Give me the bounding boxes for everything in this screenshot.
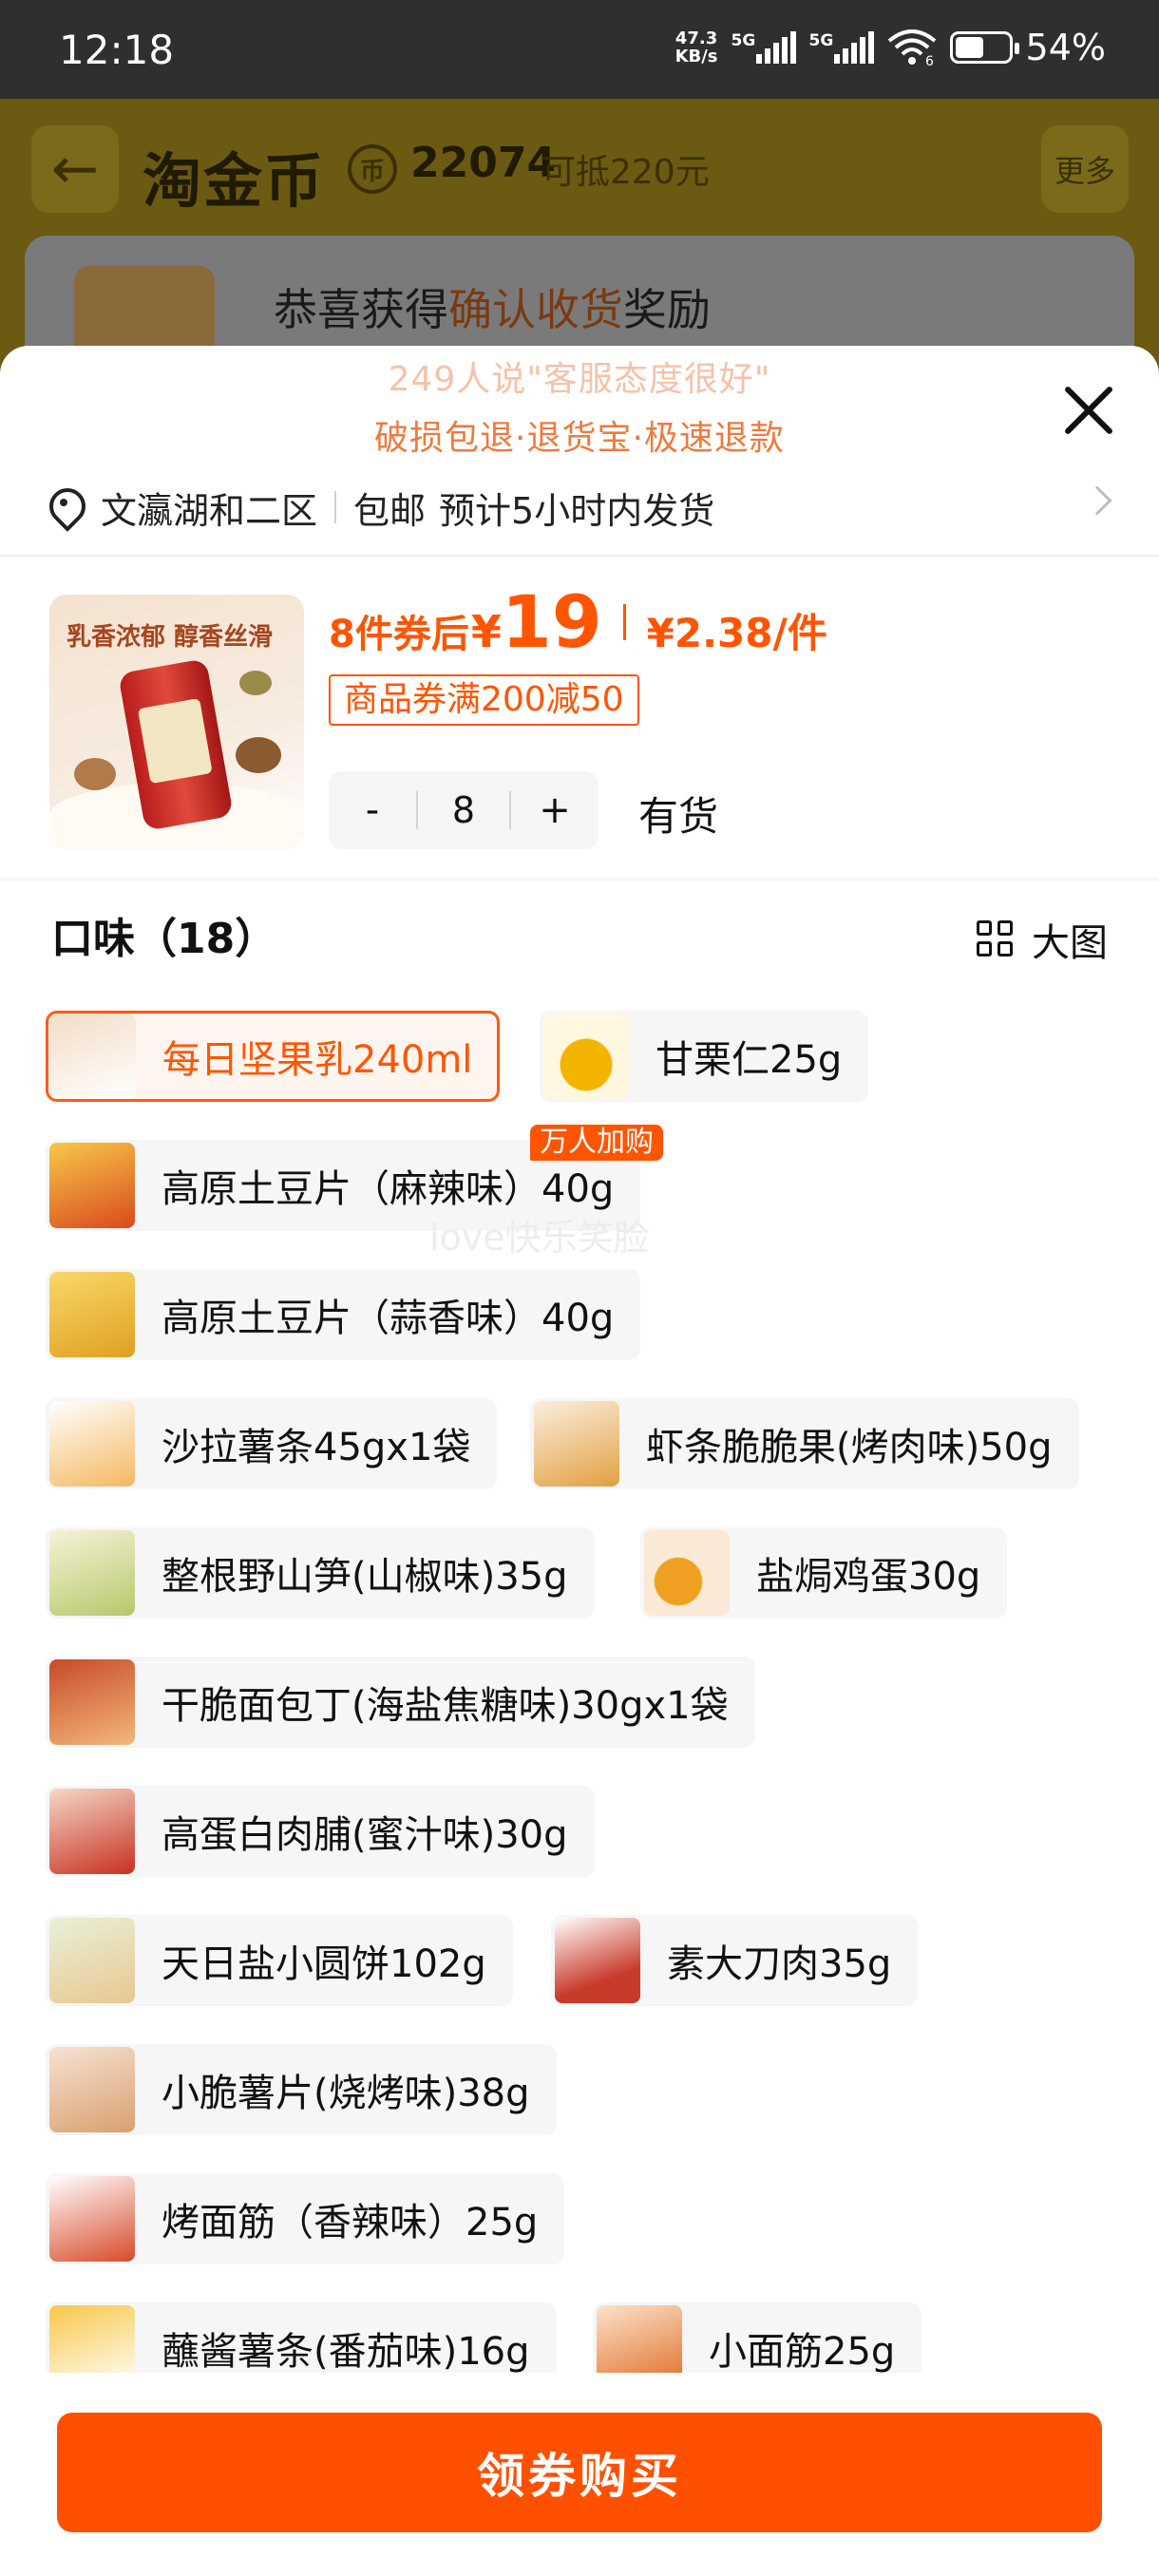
flavor-option-3[interactable]: 高原土豆片（蒜香味）40g	[46, 1269, 641, 1360]
battery-percent: 54%	[1025, 27, 1106, 68]
svg-text:6: 6	[925, 54, 934, 66]
flavor-label: 干脆面包丁(海盐焦糖味)30gx1袋	[162, 1684, 729, 1728]
flavor-label: 沙拉薯条45gx1袋	[162, 1426, 471, 1469]
flavor-label: 天日盐小圆饼102g	[162, 1942, 486, 1986]
flavor-thumbnail	[49, 1272, 135, 1357]
status-icons: 47.3 KB/s 5G 5G 6 54%	[675, 27, 1106, 68]
sku-sheet: 249人说"客服态度很好" 破损包退·退货宝·极速退款 文瀛湖和二区 包邮 预计…	[0, 346, 1159, 2576]
flavor-option-12[interactable]: 小脆薯片(烧烤味)38g	[46, 2044, 557, 2135]
flavor-label: 烤面筋（香辣味）25g	[162, 2201, 539, 2245]
flavor-thumbnail	[49, 2047, 135, 2132]
battery-icon	[949, 31, 1019, 64]
flavor-option-11[interactable]: 素大刀肉35g	[551, 1915, 919, 2006]
flavor-label: 小面筋25g	[709, 2330, 896, 2374]
taojinbi-title: 淘金币	[142, 146, 326, 216]
coin-deductible: 可抵220元	[542, 153, 710, 192]
flavor-option-8[interactable]: 干脆面包丁(海盐焦糖味)30gx1袋	[46, 1657, 755, 1748]
flavor-label: 整根野山笋(山椒味)35g	[162, 1555, 568, 1599]
coin-count: 22074	[410, 139, 557, 187]
flavor-label: 高原土豆片（麻辣味）40g	[162, 1167, 615, 1211]
flavor-option-4[interactable]: 沙拉薯条45gx1袋	[46, 1398, 498, 1489]
flavor-label: 素大刀肉35g	[667, 1942, 892, 1986]
flavor-thumbnail	[49, 1918, 135, 2003]
coupon-buy-button[interactable]: 领券购买	[57, 2413, 1102, 2532]
net-speed: 47.3 KB/s	[674, 28, 718, 66]
more-button[interactable]: 更多	[1041, 125, 1129, 213]
coin-icon: 币	[348, 144, 397, 194]
flavor-thumbnail	[543, 1013, 629, 1099]
background-header: ← 淘金币 币 22074 可抵220元 更多	[0, 99, 1159, 241]
hot-badge: 万人加购	[530, 1125, 663, 1161]
flavor-option-13[interactable]: 烤面筋（香辣味）25g	[46, 2173, 565, 2264]
flavor-label: 盐焗鸡蛋30g	[756, 1555, 981, 1599]
back-arrow-icon: ←	[50, 136, 100, 202]
flavor-label: 蘸酱薯条(番茄味)16g	[162, 2330, 530, 2374]
flavor-thumbnail	[49, 1659, 135, 1745]
flavor-label: 每日坚果乳240ml	[162, 1038, 473, 1082]
flavor-label: 小脆薯片(烧烤味)38g	[162, 2072, 530, 2115]
flavor-option-0[interactable]: 每日坚果乳240ml	[46, 1011, 501, 1102]
flavor-option-5[interactable]: 虾条脆脆果(烤肉味)50g	[530, 1398, 1079, 1489]
back-button[interactable]: ←	[31, 125, 119, 213]
status-bar: 12:18 47.3 KB/s 5G 5G 6 54%	[0, 0, 1159, 99]
background-page: ← 淘金币 币 22074 可抵220元 更多 恭喜获得确认收货奖励	[0, 99, 1159, 426]
flavor-option-7[interactable]: 盐焗鸡蛋30g	[640, 1527, 1008, 1619]
flavor-label: 甘栗仁25g	[656, 1038, 843, 1082]
reward-text: 恭喜获得确认收货奖励	[274, 284, 711, 335]
status-time: 12:18	[59, 27, 175, 73]
flavor-label: 高原土豆片（蒜香味）40g	[162, 1297, 615, 1340]
flavor-thumbnail	[49, 1401, 135, 1487]
flavor-option-1[interactable]: 甘栗仁25g	[540, 1011, 869, 1102]
flavor-thumbnail	[644, 1530, 730, 1616]
bottom-bar: 领券购买	[0, 2373, 1159, 2576]
signal-icon-1: 5G	[732, 31, 796, 64]
flavor-thumbnail	[49, 2176, 135, 2262]
flavor-options: 每日坚果乳240ml 甘栗仁25g 高原土豆片（麻辣味）40g 万人加购 lov…	[0, 346, 1159, 2576]
flavor-thumbnail	[555, 1918, 640, 2003]
flavor-option-9[interactable]: 高蛋白肉脯(蜜汁味)30g	[46, 1786, 595, 1877]
flavor-label: 高蛋白肉脯(蜜汁味)30g	[162, 1813, 568, 1857]
watermark: love快乐笑脸	[429, 1217, 650, 1259]
wifi-icon: 6	[887, 29, 936, 66]
flavor-thumbnail	[49, 1789, 135, 1874]
flavor-thumbnail	[49, 1530, 135, 1616]
signal-icon-2: 5G	[809, 31, 874, 64]
flavor-label: 虾条脆脆果(烤肉味)50g	[646, 1426, 1053, 1469]
flavor-thumbnail	[49, 1143, 135, 1228]
flavor-thumbnail	[50, 1013, 136, 1099]
flavor-option-10[interactable]: 天日盐小圆饼102g	[46, 1915, 513, 2006]
flavor-thumbnail	[534, 1401, 619, 1487]
flavor-option-6[interactable]: 整根野山笋(山椒味)35g	[46, 1527, 595, 1619]
